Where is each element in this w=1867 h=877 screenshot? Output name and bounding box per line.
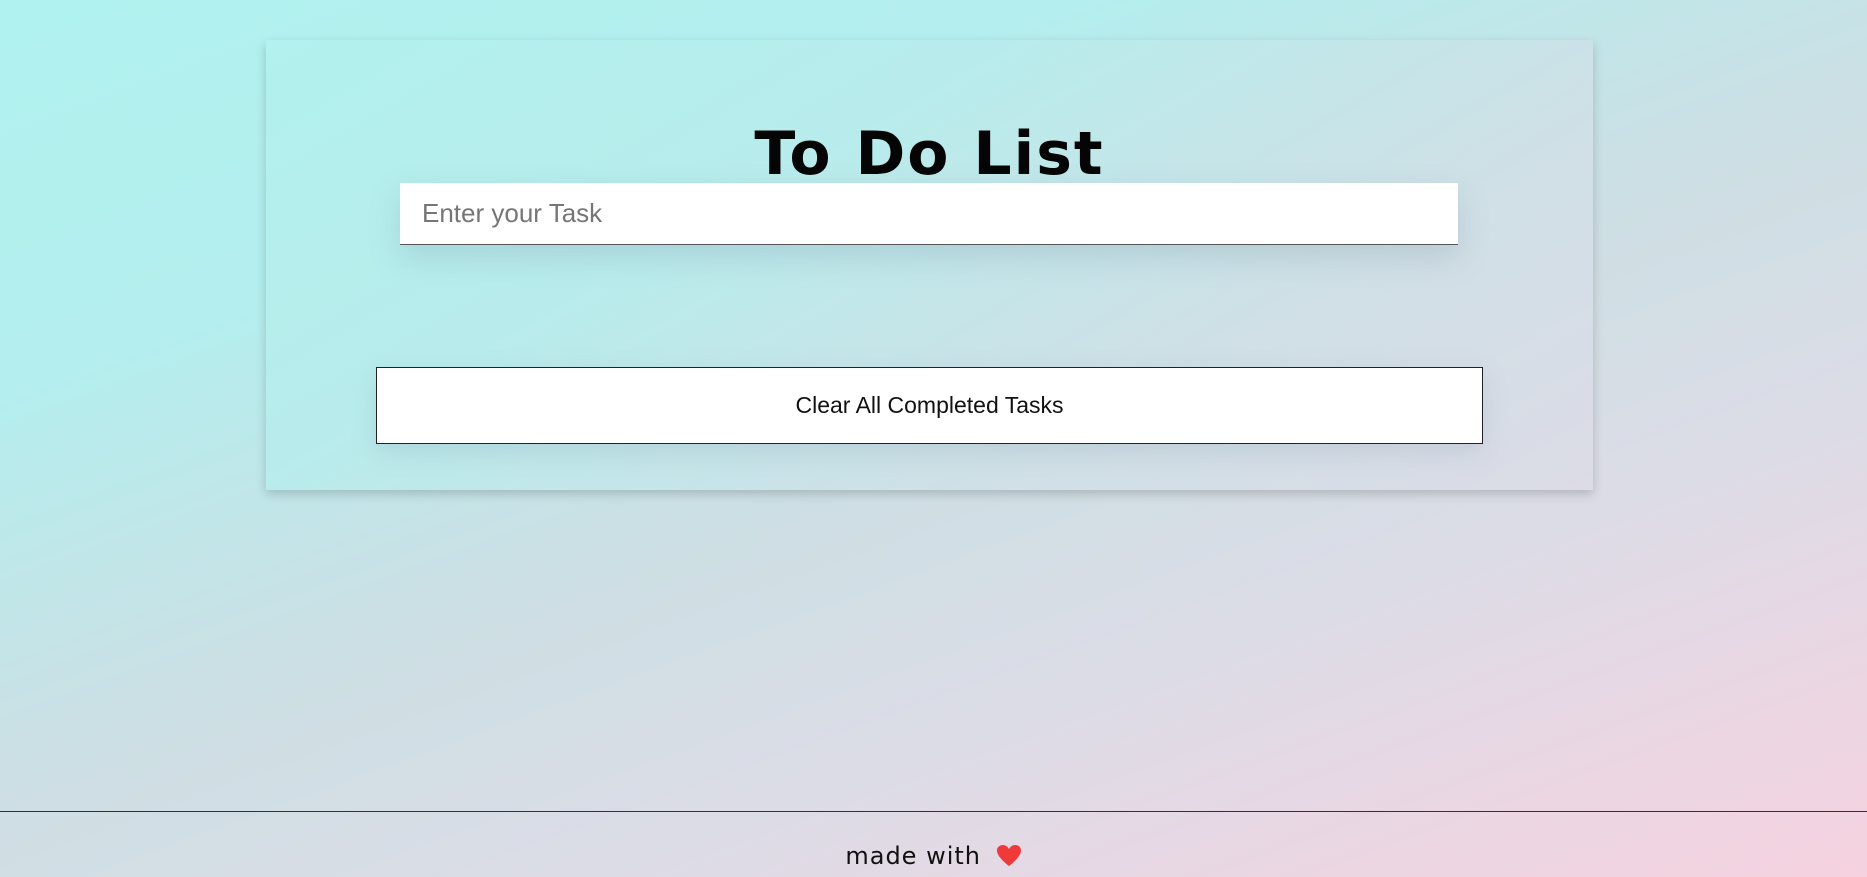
todo-card: To Do List Clear All Completed Tasks <box>266 40 1593 490</box>
footer-credit: made with <box>0 842 1867 874</box>
heart-icon <box>996 844 1022 874</box>
footer-text: made with <box>845 842 981 870</box>
page-title: To Do List <box>754 119 1105 189</box>
task-input[interactable] <box>400 183 1458 245</box>
footer: made with <box>0 811 1867 877</box>
clear-completed-button[interactable]: Clear All Completed Tasks <box>376 367 1483 444</box>
